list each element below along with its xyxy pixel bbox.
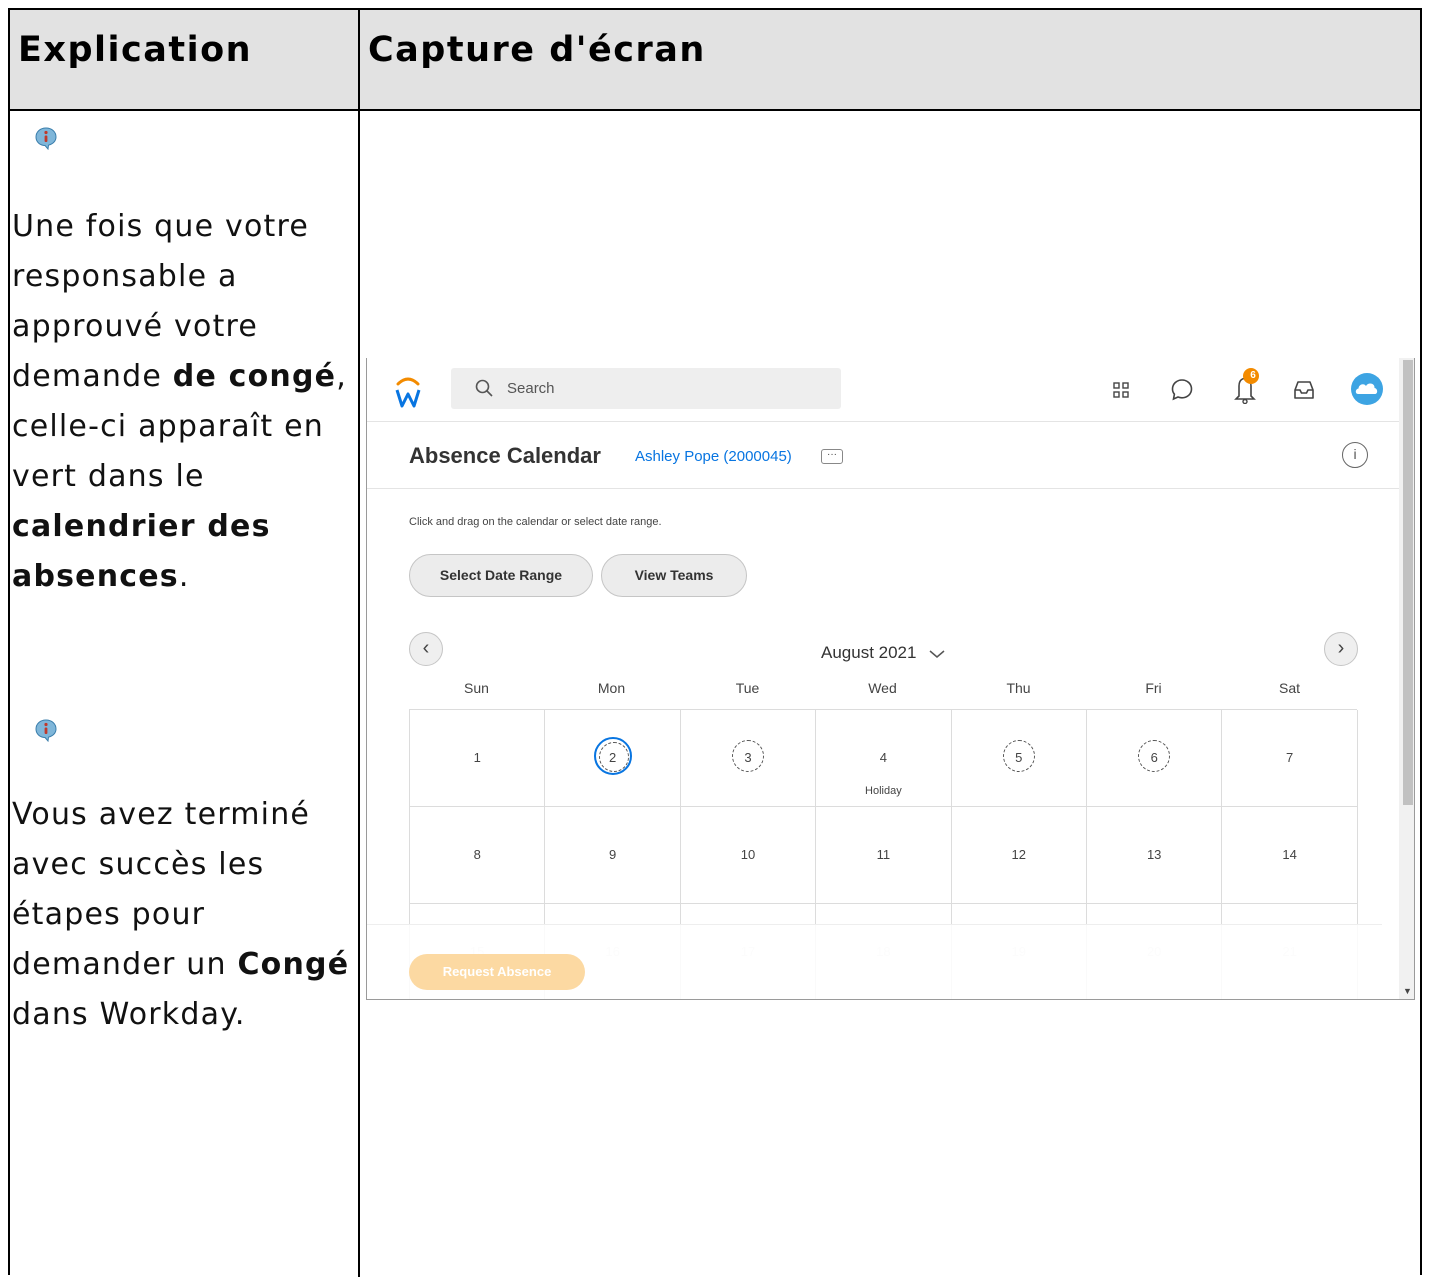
workday-screenshot: Search 6 Absence Calendar Ashley Pope (2… <box>366 358 1415 1000</box>
vertical-scrollbar[interactable]: ▼ <box>1399 358 1414 999</box>
text-segment: . <box>178 559 190 594</box>
day-number: 7 <box>1285 750 1294 765</box>
holiday-label: Holiday <box>865 785 902 797</box>
inbox-icon[interactable] <box>1293 380 1315 400</box>
day-number: 2 <box>608 750 617 765</box>
day-number: 10 <box>740 847 756 862</box>
header-capture: Capture d'écran <box>368 30 706 70</box>
search-input[interactable]: Search <box>451 368 841 409</box>
calendar-day-cell[interactable]: 13 <box>1087 807 1223 904</box>
calendar-day-cell[interactable]: 10 <box>680 807 817 904</box>
header-explication: Explication <box>18 30 253 70</box>
month-label: August 2021 <box>821 643 917 662</box>
day-number: 13 <box>1146 847 1162 862</box>
calendar-day-cell[interactable]: 3 <box>680 710 817 807</box>
search-icon <box>475 379 493 397</box>
document-table: Explication Capture d'écran Une fois que… <box>8 8 1422 1277</box>
calendar-day-cell[interactable]: 5 <box>951 710 1087 807</box>
day-number: 5 <box>1015 750 1023 765</box>
day-number: 1 <box>473 750 481 765</box>
next-month-button[interactable]: › <box>1324 632 1358 666</box>
info-icon <box>35 719 57 742</box>
weekday-header: Tue <box>735 680 760 696</box>
calendar-day-cell[interactable]: 14 <box>1222 807 1358 904</box>
calendar-day-cell[interactable]: 2 <box>545 710 681 807</box>
request-absence-button[interactable]: Request Absence <box>409 954 585 990</box>
profile-avatar-icon[interactable] <box>1350 372 1384 406</box>
day-number: 4 <box>879 750 887 765</box>
calendar-day-cell[interactable]: 1 <box>410 710 546 807</box>
apps-grid-icon[interactable] <box>1113 382 1129 398</box>
day-number: 3 <box>744 750 752 765</box>
calendar-day-cell[interactable]: 4 Holiday <box>816 710 952 807</box>
top-navigation-bar: Search 6 <box>367 358 1399 422</box>
search-placeholder: Search <box>507 380 555 397</box>
page-header: Absence Calendar Ashley Pope (2000045) ·… <box>367 423 1399 489</box>
day-number: 14 <box>1282 847 1297 862</box>
weekday-header: Mon <box>597 680 626 696</box>
notification-count-badge: 6 <box>1250 370 1256 381</box>
column-divider <box>358 10 360 1277</box>
view-teams-button[interactable]: View Teams <box>601 554 747 597</box>
info-button[interactable]: i <box>1342 442 1368 468</box>
weekday-header: Sun <box>464 680 489 696</box>
worker-link[interactable]: Ashley Pope (2000045) <box>635 448 792 465</box>
month-selector[interactable]: August 2021 <box>821 643 945 663</box>
calendar-day-cell[interactable]: 12 <box>951 807 1087 904</box>
weekday-header: Wed <box>868 680 897 696</box>
weekday-header: Fri <box>1145 680 1162 696</box>
page-title: Absence Calendar <box>409 443 601 468</box>
day-number: 9 <box>608 847 617 862</box>
calendar-instruction: Click and drag on the calendar or select… <box>409 516 662 528</box>
calendar-day-cell[interactable]: 7 <box>1222 710 1358 807</box>
calendar-day-cell[interactable]: 8 <box>410 807 546 904</box>
calendar-day-cell[interactable]: 6 <box>1087 710 1223 807</box>
day-number: 8 <box>473 847 481 862</box>
day-number: 11 <box>876 847 891 862</box>
day-number: 12 <box>1011 847 1027 862</box>
info-icon <box>35 127 57 150</box>
bold-term: de congé <box>172 359 337 394</box>
calendar-day-cell[interactable]: 9 <box>545 807 681 904</box>
previous-month-button[interactable]: ‹ <box>409 632 443 666</box>
chevron-down-icon <box>929 649 945 658</box>
scrollbar-thumb[interactable] <box>1403 360 1413 805</box>
bold-term: Congé <box>237 947 350 982</box>
explanation-paragraph-1: Une fois que votre responsable a approuv… <box>12 202 357 602</box>
text-segment: dans Workday. <box>12 997 246 1032</box>
weekday-header: Sat <box>1278 680 1300 696</box>
table-header-row: Explication Capture d'écran <box>10 10 1420 111</box>
explanation-paragraph-2: Vous avez terminé avec succès les étapes… <box>12 790 357 1040</box>
scroll-down-arrow-icon[interactable]: ▼ <box>1403 986 1412 996</box>
chat-icon[interactable] <box>1170 378 1194 402</box>
bold-term: calendrier des absences <box>12 509 271 594</box>
related-actions-button[interactable]: ··· <box>821 449 843 464</box>
workday-logo-icon[interactable] <box>395 372 421 412</box>
select-date-range-button[interactable]: Select Date Range <box>409 554 593 597</box>
day-number: 6 <box>1150 750 1158 765</box>
calendar-day-cell[interactable]: 11 <box>816 807 952 904</box>
weekday-header: Thu <box>1006 680 1031 696</box>
